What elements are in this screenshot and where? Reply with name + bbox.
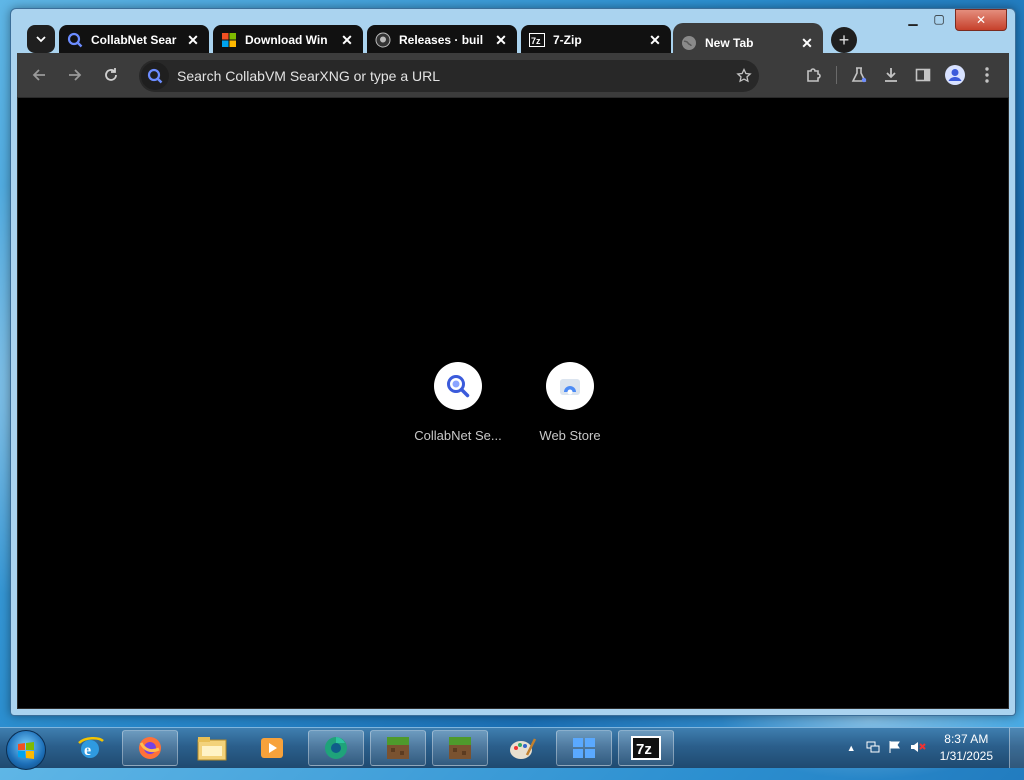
download-icon: [885, 68, 897, 82]
close-icon[interactable]: ✕: [647, 32, 663, 48]
browser-toolbar: Search CollabVM SearXNG or type a URL: [17, 53, 1009, 97]
show-hidden-icons-icon[interactable]: ▲: [847, 743, 856, 753]
back-button[interactable]: [23, 59, 55, 91]
paint-icon: [510, 738, 537, 759]
bookmark-star-icon[interactable]: [729, 68, 759, 84]
media-player-icon: [261, 738, 283, 758]
file-explorer-icon: [197, 737, 227, 761]
menu-button[interactable]: [971, 59, 1003, 91]
minecraft-icon: [449, 737, 471, 759]
reload-button[interactable]: [95, 59, 127, 91]
svg-text:7z: 7z: [636, 741, 652, 758]
network-icon[interactable]: [866, 740, 880, 757]
action-center-flag-icon[interactable]: [888, 740, 902, 757]
clock-time: 8:37 AM: [944, 732, 989, 746]
7zip-icon: 7z: [631, 736, 661, 760]
side-panel-button[interactable]: [907, 59, 939, 91]
microsoft-icon: [221, 32, 237, 48]
tab-strip: CollabNet Sear ✕ Download Win ✕ Releases…: [17, 17, 1009, 63]
toolbar-right: [798, 59, 1003, 91]
taskbar-firefox[interactable]: [122, 730, 178, 766]
clock-date: 1/31/2025: [939, 749, 993, 763]
chevron-down-icon: [36, 36, 46, 43]
volume-muted-icon[interactable]: [910, 740, 926, 757]
labs-button[interactable]: [843, 59, 875, 91]
downloads-button[interactable]: [875, 59, 907, 91]
reload-icon: [105, 68, 117, 81]
toolbar-separator: [836, 66, 837, 84]
puzzle-icon: [807, 68, 821, 82]
taskbar-app[interactable]: [308, 730, 364, 766]
new-tab-page: CollabNet Se... Web Store: [17, 97, 1009, 709]
taskbar-minecraft-1[interactable]: [370, 730, 426, 766]
close-icon[interactable]: ✕: [799, 35, 815, 51]
taskbar-minecraft-2[interactable]: [432, 730, 488, 766]
kebab-menu-icon: [985, 67, 989, 83]
internet-explorer-icon: e: [78, 737, 104, 759]
searxng-icon: [67, 32, 83, 48]
shortcut-icon-circle: [434, 362, 482, 410]
tab-download-windows[interactable]: Download Win ✕: [213, 25, 363, 55]
taskbar-ie[interactable]: e: [62, 730, 118, 766]
tab-collabnet[interactable]: CollabNet Sear ✕: [59, 25, 209, 55]
taskbar-paint[interactable]: [494, 730, 550, 766]
tab-releases[interactable]: Releases · buil ✕: [367, 25, 517, 55]
shortcut-label: CollabNet Se...: [414, 428, 502, 443]
shortcut-collabnet[interactable]: CollabNet Se...: [402, 362, 514, 443]
arrow-right-icon: [69, 69, 82, 81]
flask-icon: [851, 67, 867, 83]
searxng-icon: [141, 62, 169, 90]
taskbar-7zip[interactable]: 7z: [618, 730, 674, 766]
7zip-icon: 7z: [529, 32, 545, 48]
svg-text:7z: 7z: [531, 36, 541, 46]
github-icon: [375, 32, 391, 48]
shortcut-web-store[interactable]: Web Store: [514, 362, 626, 443]
new-tab-button[interactable]: +: [831, 27, 857, 53]
show-desktop-button[interactable]: [1009, 728, 1024, 768]
close-icon[interactable]: ✕: [185, 32, 201, 48]
profile-button[interactable]: [939, 59, 971, 91]
firefox-icon: [139, 737, 161, 759]
taskbar-windows-tiles[interactable]: [556, 730, 612, 766]
tab-title: 7-Zip: [553, 33, 582, 47]
taskbar-explorer[interactable]: [184, 730, 240, 766]
close-icon[interactable]: ✕: [339, 32, 355, 48]
tab-7zip[interactable]: 7z 7-Zip ✕: [521, 25, 671, 55]
taskbar: e 7z ▲ 8:37 AM 1/31/2025: [0, 727, 1024, 770]
chrome-like-icon: [325, 737, 347, 759]
clock[interactable]: 8:37 AM 1/31/2025: [940, 731, 993, 765]
tab-search-button[interactable]: [27, 25, 55, 53]
shortcut-label: Web Store: [539, 428, 601, 443]
system-tray: ▲ 8:37 AM 1/31/2025: [847, 728, 1024, 768]
omnibox[interactable]: Search CollabVM SearXNG or type a URL: [139, 60, 759, 92]
browser-window: ▁ ▢ ✕ CollabNet Sear ✕ Download Win ✕ Re…: [10, 8, 1016, 716]
tab-title: Download Win: [245, 33, 328, 47]
svg-text:e: e: [84, 742, 91, 759]
shortcut-icon-circle: [546, 362, 594, 410]
arrow-left-icon: [32, 69, 45, 81]
tab-title: New Tab: [705, 36, 754, 50]
searxng-icon: [447, 375, 470, 398]
windows-logo-icon: [18, 742, 34, 759]
web-store-icon: [560, 379, 580, 395]
windows-tiles-icon: [573, 738, 595, 758]
taskbar-media-player[interactable]: [244, 730, 300, 766]
start-button[interactable]: [6, 730, 46, 770]
profile-avatar-icon: [945, 65, 965, 85]
close-icon[interactable]: ✕: [493, 32, 509, 48]
tab-title: CollabNet Sear: [91, 33, 177, 47]
globe-icon: [681, 35, 697, 51]
forward-button[interactable]: [59, 59, 91, 91]
extensions-button[interactable]: [798, 59, 830, 91]
omnibox-placeholder: Search CollabVM SearXNG or type a URL: [177, 68, 440, 84]
side-panel-icon: [915, 68, 931, 82]
minecraft-icon: [387, 737, 409, 759]
tab-title: Releases · buil: [399, 33, 484, 47]
